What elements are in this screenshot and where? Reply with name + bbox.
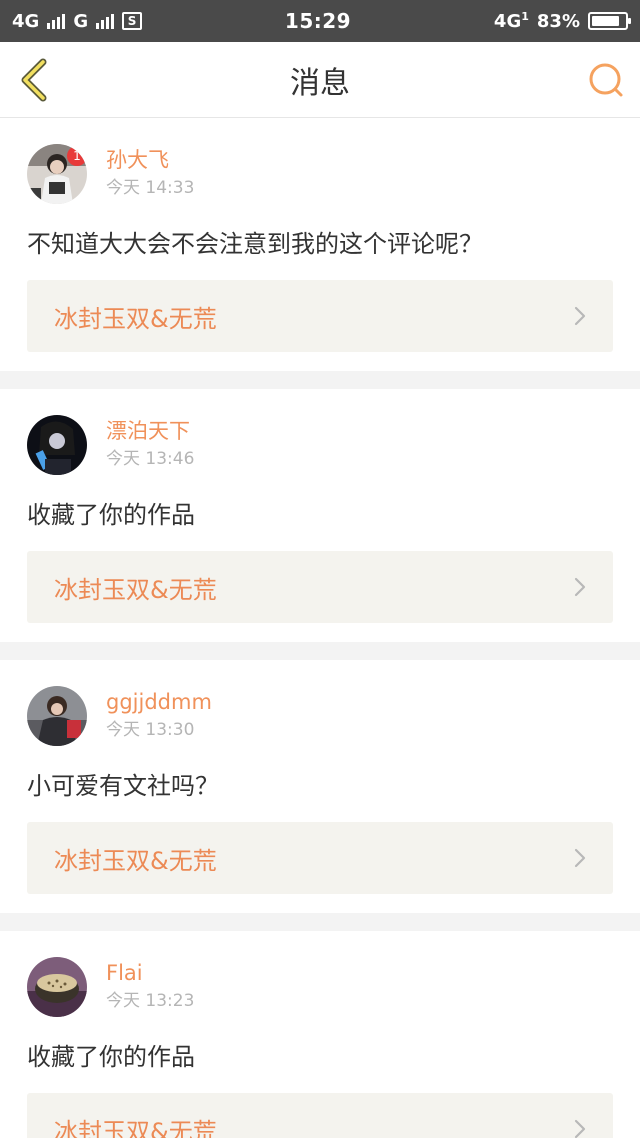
work-link[interactable]: 冰封玉双&无荒: [27, 822, 613, 894]
timestamp: 今天 13:23: [106, 991, 195, 1011]
search-button[interactable]: [584, 58, 628, 102]
message-meta: 孙大飞 今天 14:33: [106, 144, 194, 200]
timestamp: 今天 14:33: [106, 178, 195, 198]
back-arrow-icon: [21, 58, 47, 102]
message-card: ggjjddmm 今天 13:30 小可爱有文社吗？ 冰封玉双&无荒: [0, 660, 640, 913]
message-content: 收藏了你的作品: [27, 1043, 195, 1071]
avatar[interactable]: [27, 957, 87, 1017]
avatar[interactable]: [27, 686, 87, 746]
message-content: 收藏了你的作品: [27, 501, 195, 529]
message-meta: ggjjddmm 今天 13:30: [106, 686, 212, 742]
avatar-image: [27, 415, 87, 475]
username[interactable]: 漂泊天下: [106, 417, 194, 445]
timestamp: 今天 13:46: [106, 449, 195, 469]
unread-badge: 1: [67, 146, 87, 166]
status-time: 15:29: [284, 9, 352, 33]
work-title: 冰封玉双&无荒: [54, 304, 217, 333]
message-meta: 漂泊天下 今天 13:46: [106, 415, 194, 471]
network-label-3: 4G1: [493, 10, 529, 32]
work-title: 冰封玉双&无荒: [54, 1117, 217, 1138]
username[interactable]: ggjjddmm: [106, 688, 212, 716]
search-icon: [589, 63, 623, 97]
chevron-right-icon: [574, 577, 586, 597]
battery-icon: [587, 12, 631, 30]
page-title: 消息: [290, 65, 350, 101]
work-title: 冰封玉双&无荒: [54, 846, 217, 875]
message-header: 1 孙大飞 今天 14:33: [27, 144, 613, 204]
message-card: 漂泊天下 今天 13:46 收藏了你的作品 冰封玉双&无荒: [0, 389, 640, 642]
network-label: 4G: [12, 10, 40, 32]
work-link[interactable]: 冰封玉双&无荒: [27, 551, 613, 623]
message-list: 1 孙大飞 今天 14:33 不知道大大会不会注意到我的这个评论呢？ 冰封玉双&…: [0, 118, 640, 1138]
avatar-image: [27, 957, 87, 1017]
avatar[interactable]: [27, 415, 87, 475]
work-title: 冰封玉双&无荒: [54, 575, 217, 604]
status-left: 4G G S: [12, 10, 143, 32]
avatar[interactable]: 1: [27, 144, 87, 204]
work-link[interactable]: 冰封玉双&无荒: [27, 280, 613, 352]
message-content: 不知道大大会不会注意到我的这个评论呢？: [27, 230, 483, 258]
sim-icon: S: [122, 12, 143, 30]
username[interactable]: 孙大飞: [106, 146, 194, 174]
message-header: Flai 今天 13:23: [27, 957, 613, 1017]
chevron-right-icon: [574, 306, 586, 326]
signal-icon: [47, 13, 66, 29]
message-header: ggjjddmm 今天 13:30: [27, 686, 613, 746]
back-button[interactable]: [12, 56, 56, 104]
work-link[interactable]: 冰封玉双&无荒: [27, 1093, 613, 1138]
message-card: Flai 今天 13:23 收藏了你的作品 冰封玉双&无荒: [0, 931, 640, 1138]
message-card: 1 孙大飞 今天 14:33 不知道大大会不会注意到我的这个评论呢？ 冰封玉双&…: [0, 118, 640, 371]
status-bar: 4G G S 15:29 4G1 83%: [0, 0, 640, 42]
chevron-right-icon: [574, 848, 586, 868]
message-meta: Flai 今天 13:23: [106, 957, 194, 1013]
header-bar: 消息: [0, 42, 640, 118]
message-header: 漂泊天下 今天 13:46: [27, 415, 613, 475]
avatar-image: [27, 686, 87, 746]
battery-percent: 83%: [536, 10, 580, 32]
status-right: 4G1 83%: [493, 10, 631, 32]
signal-icon-2: [96, 13, 115, 29]
network-label-2: G: [73, 10, 89, 32]
message-content: 小可爱有文社吗？: [27, 772, 219, 800]
chevron-right-icon: [574, 1119, 586, 1138]
username[interactable]: Flai: [106, 959, 194, 987]
timestamp: 今天 13:30: [106, 720, 195, 740]
